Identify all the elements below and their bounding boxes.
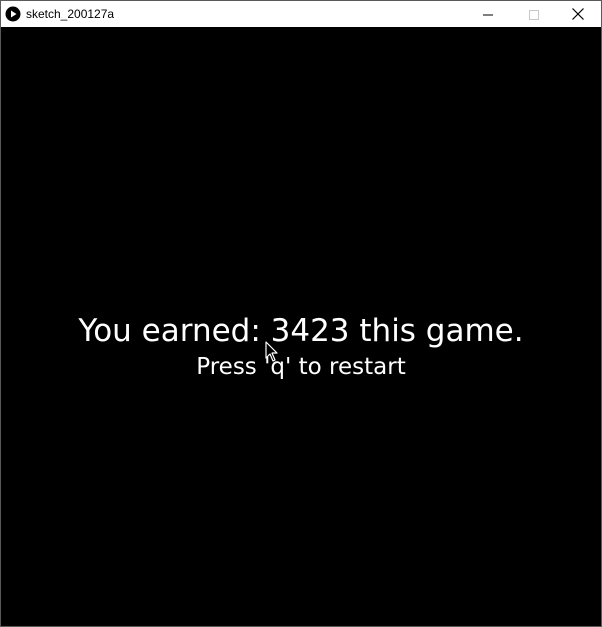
close-icon — [572, 5, 584, 24]
app-window: sketch_200127a You earned: 3423 this gam… — [0, 0, 602, 627]
title-bar[interactable]: sketch_200127a — [1, 1, 601, 27]
mouse-pointer-icon — [265, 341, 279, 363]
close-button[interactable] — [555, 1, 601, 27]
score-message: You earned: 3423 this game. — [78, 313, 524, 349]
maximize-button[interactable] — [511, 1, 557, 27]
restart-instruction: Press 'q' to restart — [196, 354, 406, 380]
game-canvas[interactable]: You earned: 3423 this game. Press 'q' to… — [1, 27, 601, 626]
minimize-button[interactable] — [465, 1, 511, 27]
processing-play-icon[interactable] — [5, 6, 21, 22]
maximize-icon — [529, 5, 539, 24]
window-title: sketch_200127a — [26, 7, 115, 21]
minimize-icon — [483, 5, 493, 24]
